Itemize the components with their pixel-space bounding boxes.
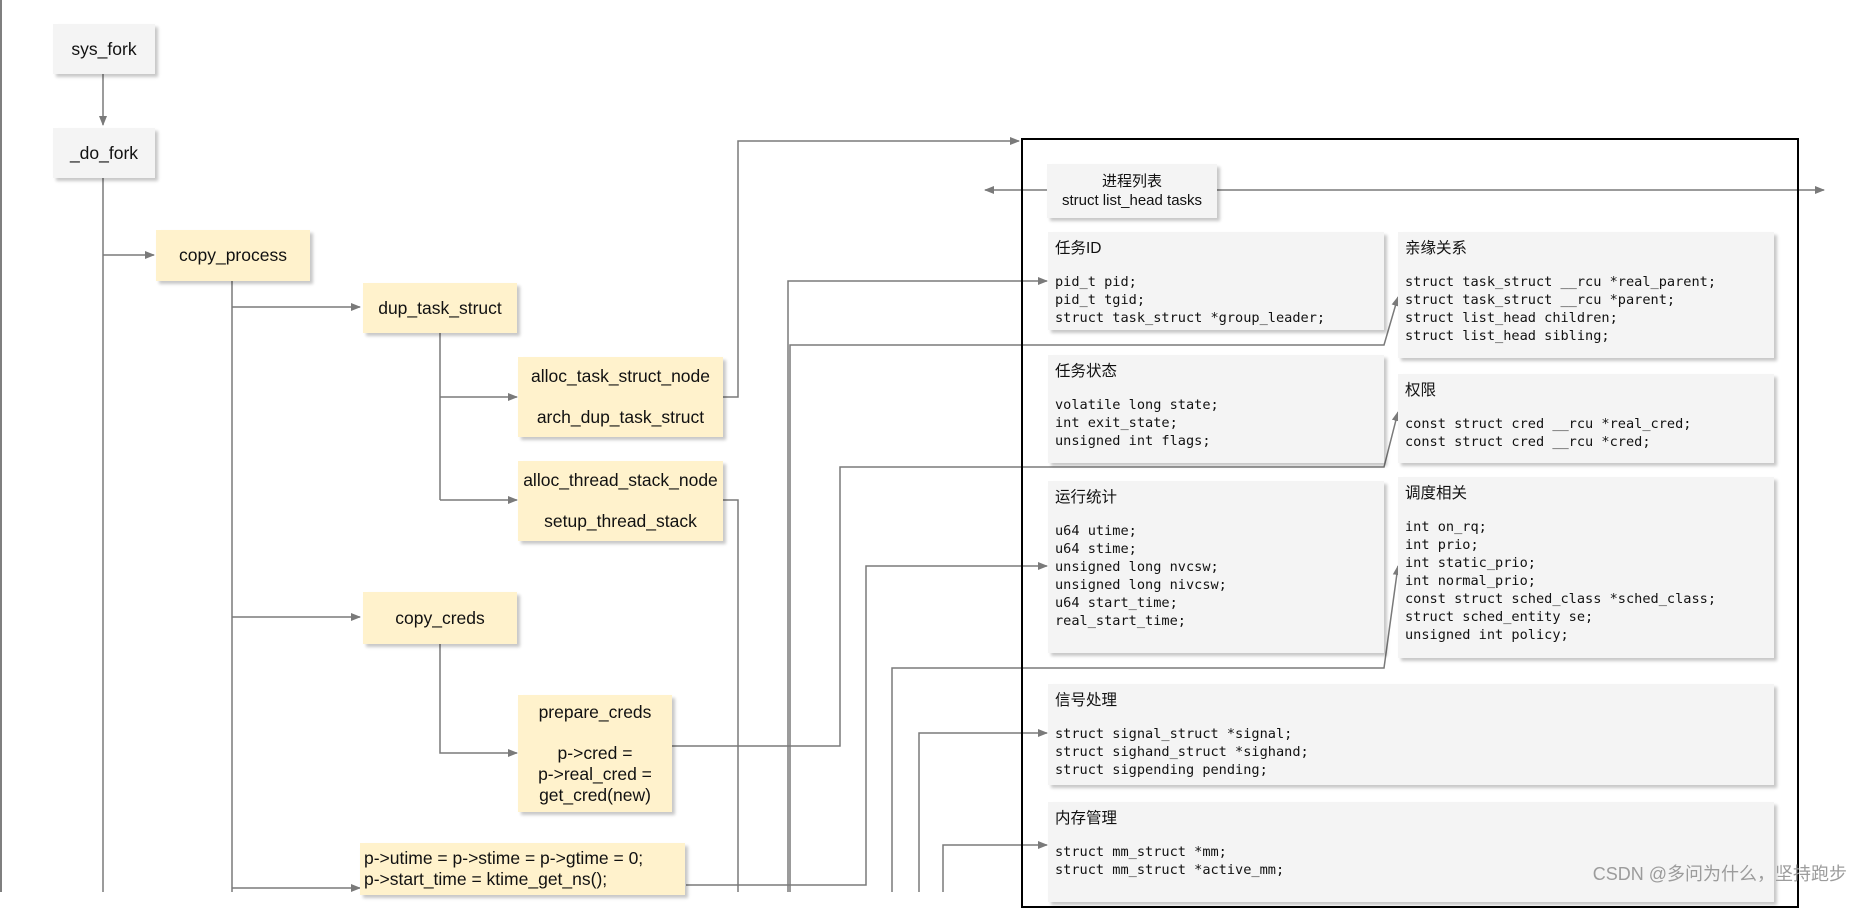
memory-card: 内存管理 struct mm_struct *mm; struct mm_str… <box>1048 802 1774 902</box>
signals-title: 信号处理 <box>1055 692 1118 709</box>
scheduling-fields: int on_rq; int prio; int static_prio; in… <box>1405 519 1716 643</box>
task-state-title: 任务状态 <box>1055 363 1118 380</box>
copy-process-node: copy_process <box>156 230 310 281</box>
permissions-fields: const struct cred __rcu *real_cred; cons… <box>1405 416 1692 450</box>
edge-to-task-id <box>787 277 1048 892</box>
prepare-creds-node: prepare_creds p->cred = p->real_cred = g… <box>518 695 672 812</box>
kinship-fields: struct task_struct __rcu *real_parent; s… <box>1405 274 1716 344</box>
cred-assign-line-3: get_cred(new) <box>539 784 651 805</box>
edge-thread-stack-down <box>723 499 739 892</box>
alloc-task-struct-node-box: alloc_task_struct_node arch_dup_task_str… <box>518 357 723 437</box>
scheduling-title: 调度相关 <box>1405 485 1468 502</box>
task-id-card: 任务ID pid_t pid; pid_t tgid; struct task_… <box>1048 232 1384 330</box>
signals-fields: struct signal_struct *signal; struct sig… <box>1055 726 1309 778</box>
do-fork-label: _do_fork <box>69 142 139 163</box>
task-list-node: 进程列表 struct list_head tasks <box>1047 164 1217 218</box>
csdn-watermark: CSDN @多问为什么，坚持跑步 <box>1592 864 1847 884</box>
time-init-line-1: p->utime = p->stime = p->gtime = 0; <box>364 848 644 868</box>
task-state-card: 任务状态 volatile long state; int exit_state… <box>1048 355 1384 463</box>
prepare-creds-label: prepare_creds <box>538 701 652 722</box>
scheduling-card: 调度相关 int on_rq; int prio; int static_pri… <box>1398 477 1774 658</box>
permissions-card: 权限 const struct cred __rcu *real_cred; c… <box>1398 374 1774 463</box>
copy-process-label: copy_process <box>179 245 287 265</box>
task-state-fields: volatile long state; int exit_state; uns… <box>1055 397 1219 449</box>
alloc-task-struct-node-label: alloc_task_struct_node <box>531 366 710 386</box>
alloc-thread-stack-node-label: alloc_thread_stack_node <box>523 470 718 490</box>
sys-fork-label: sys_fork <box>71 38 137 59</box>
edge-copy-creds-to-prepare-creds <box>439 644 518 757</box>
cred-assign-line-1: p->cred = <box>557 742 633 763</box>
kinship-card: 亲缘关系 struct task_struct __rcu *real_pare… <box>1398 232 1774 358</box>
edge-time-init-to-runtime-stats <box>686 562 1048 886</box>
copy-creds-node: copy_creds <box>363 592 517 644</box>
signals-card: 信号处理 struct signal_struct *signal; struc… <box>1048 684 1774 785</box>
time-init-line-2: p->start_time = ktime_get_ns(); <box>364 869 608 889</box>
runtime-stats-title: 运行统计 <box>1055 489 1118 506</box>
edge-alloc-task-to-container <box>723 137 1020 398</box>
kinship-title: 亲缘关系 <box>1405 240 1468 257</box>
task-list-title: 进程列表 <box>1101 173 1162 190</box>
time-init-node: p->utime = p->stime = p->gtime = 0; p->s… <box>360 843 685 895</box>
cred-assign-line-2: p->real_cred = <box>538 763 652 784</box>
alloc-thread-stack-node-box: alloc_thread_stack_node setup_thread_sta… <box>518 461 723 541</box>
task-id-title: 任务ID <box>1055 240 1102 257</box>
task-list-subtitle: struct list_head tasks <box>1061 192 1203 209</box>
arch-dup-task-struct-label: arch_dup_task_struct <box>536 407 705 427</box>
runtime-stats-fields: u64 utime; u64 stime; unsigned long nvcs… <box>1055 523 1227 629</box>
copy-creds-label: copy_creds <box>395 607 485 628</box>
dup-task-struct-node: dup_task_struct <box>363 283 517 333</box>
dup-task-struct-label: dup_task_struct <box>378 297 502 318</box>
runtime-stats-card: 运行统计 u64 utime; u64 stime; unsigned long… <box>1048 481 1384 653</box>
task-id-fields: pid_t pid; pid_t tgid; struct task_struc… <box>1055 274 1326 326</box>
do-fork-node: _do_fork <box>53 128 155 178</box>
permissions-title: 权限 <box>1405 382 1437 399</box>
sys-fork-node: sys_fork <box>53 24 155 74</box>
memory-title: 内存管理 <box>1055 810 1118 827</box>
setup-thread-stack-label: setup_thread_stack <box>544 511 697 531</box>
